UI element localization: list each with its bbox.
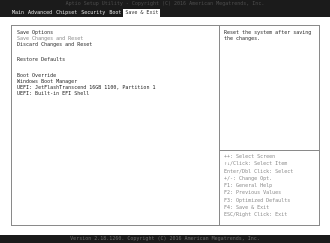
help-pane: Reset the system after saving the change…	[220, 26, 319, 225]
key-optimized-defaults: F3: Optimized Defaults	[224, 197, 291, 204]
key-enter-select: Enter/Dbl Click: Select	[224, 168, 294, 175]
tab-security[interactable]: Security	[79, 9, 107, 17]
help-divider	[220, 150, 319, 151]
restore-defaults-option[interactable]: Restore Defaults	[17, 57, 65, 63]
key-change-opt: +/-: Change Opt.	[224, 175, 273, 182]
key-previous-values: F2: Previous Values	[224, 190, 282, 197]
key-select-screen: ++: Select Screen	[224, 154, 276, 160]
key-general-help: F1: General Help	[224, 183, 273, 190]
header-bar: Aptio Setup Utility - Copyright (C) 2016…	[0, 0, 330, 17]
tab-advanced[interactable]: Advanced	[26, 9, 54, 17]
key-esc-exit: ESC/Right Click: Exit	[224, 212, 288, 219]
version-text: Version 2.18.1260. Copyright (C) 2016 Am…	[70, 236, 260, 242]
tab-bar: Main Advanced Chipset Security Boot Save…	[10, 9, 161, 17]
options-pane: Save Options Save Changes and Reset Disc…	[12, 26, 220, 225]
footer-bar: Version 2.18.1260. Copyright (C) 2016 Am…	[0, 235, 330, 243]
app-title: Aptio Setup Utility - Copyright (C) 2016…	[65, 1, 265, 7]
key-select-item: ↑↓/Click: Select Item	[224, 161, 288, 168]
help-text: Reset the system after saving the change…	[224, 30, 312, 42]
main-panel: Save Options Save Changes and Reset Disc…	[11, 25, 320, 226]
tab-save-exit[interactable]: Save & Exit	[123, 9, 161, 17]
tab-chipset[interactable]: Chipset	[54, 9, 79, 17]
discard-changes-reset-option[interactable]: Discard Changes and Reset	[17, 42, 92, 48]
tab-boot[interactable]: Boot	[107, 9, 123, 17]
key-save-exit: F4: Save & Exit	[224, 205, 270, 212]
key-legend: ++: Select Screen ↑↓/Click: Select Item …	[224, 154, 318, 220]
tab-main[interactable]: Main	[10, 9, 26, 17]
boot-option-efi-shell[interactable]: UEFI: Built-in EFI Shell	[17, 91, 89, 97]
